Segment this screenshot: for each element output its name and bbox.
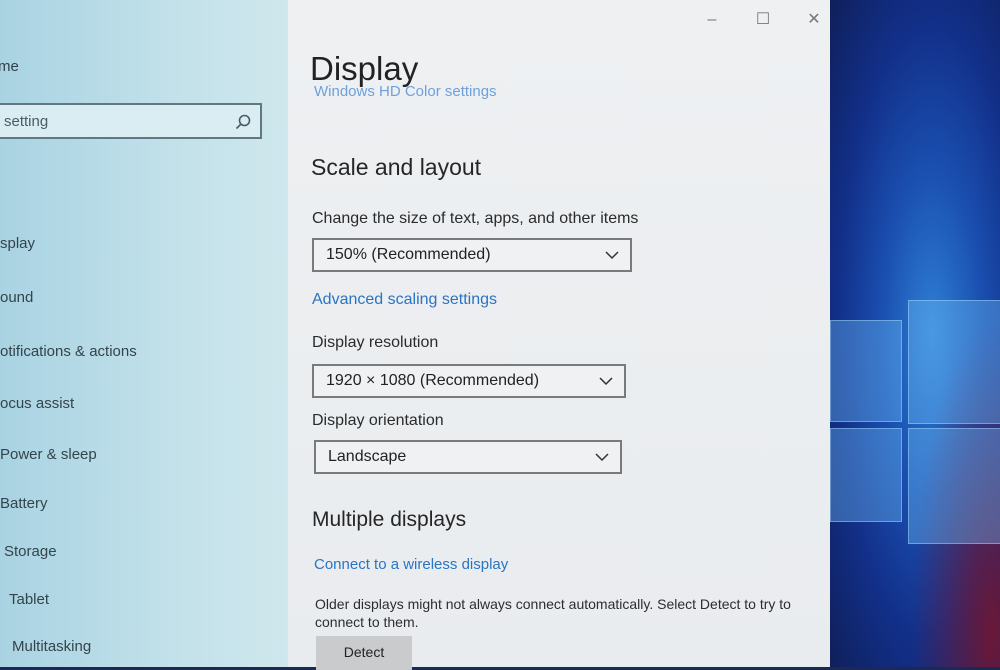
sidebar-item-display[interactable]: splay bbox=[0, 235, 35, 252]
settings-nav-pane: me setting splay ound otifications & act… bbox=[0, 0, 288, 667]
windows-logo-pane-top-right bbox=[908, 300, 1000, 424]
sidebar-item-battery[interactable]: Battery bbox=[0, 495, 48, 512]
scale-dropdown[interactable]: 150% (Recommended) bbox=[312, 238, 632, 272]
settings-search-input[interactable]: setting bbox=[0, 103, 262, 139]
sidebar-item-tablet[interactable]: Tablet bbox=[9, 591, 49, 608]
scale-dropdown-value: 150% (Recommended) bbox=[326, 246, 491, 263]
close-button[interactable]: ✕ bbox=[802, 8, 826, 32]
resolution-dropdown-value: 1920 × 1080 (Recommended) bbox=[326, 372, 540, 389]
sidebar-item-multitasking[interactable]: Multitasking bbox=[12, 638, 91, 655]
display-settings-pane: – ☐ ✕ Display Windows HD Color settings … bbox=[288, 0, 830, 670]
sidebar-item-focus-assist[interactable]: ocus assist bbox=[0, 395, 74, 412]
chevron-down-icon bbox=[599, 377, 613, 386]
minimize-button[interactable]: – bbox=[700, 8, 724, 32]
hd-color-settings-link[interactable]: Windows HD Color settings bbox=[314, 85, 497, 99]
sidebar-item-sound[interactable]: ound bbox=[0, 289, 33, 306]
chevron-down-icon bbox=[605, 251, 619, 260]
windows-logo-pane-bottom-right bbox=[908, 428, 1000, 544]
sidebar-item-notifications[interactable]: otifications & actions bbox=[0, 343, 137, 360]
sidebar-item-storage[interactable]: Storage bbox=[4, 543, 57, 560]
desktop-wallpaper bbox=[830, 0, 1000, 667]
orientation-label: Display orientation bbox=[312, 412, 444, 429]
orientation-dropdown[interactable]: Landscape bbox=[314, 440, 622, 474]
detect-description: Older displays might not always connect … bbox=[315, 596, 791, 630]
size-label: Change the size of text, apps, and other… bbox=[312, 210, 639, 227]
resolution-label: Display resolution bbox=[312, 334, 439, 351]
detect-button[interactable]: Detect bbox=[316, 636, 412, 670]
chevron-down-icon bbox=[595, 453, 609, 462]
sidebar-item-power-sleep[interactable]: Power & sleep bbox=[0, 446, 97, 463]
windows-logo-pane-bottom-left bbox=[830, 428, 902, 522]
resolution-dropdown[interactable]: 1920 × 1080 (Recommended) bbox=[312, 364, 626, 398]
search-placeholder: setting bbox=[4, 113, 49, 130]
advanced-scaling-link[interactable]: Advanced scaling settings bbox=[312, 291, 497, 309]
wireless-display-link[interactable]: Connect to a wireless display bbox=[314, 556, 508, 573]
maximize-button[interactable]: ☐ bbox=[751, 8, 775, 32]
multiple-displays-heading: Multiple displays bbox=[312, 508, 467, 531]
scale-layout-heading: Scale and layout bbox=[311, 154, 482, 180]
page-title: Display bbox=[310, 50, 419, 87]
orientation-dropdown-value: Landscape bbox=[328, 448, 407, 465]
nav-home-link[interactable]: me bbox=[0, 58, 19, 75]
search-icon[interactable] bbox=[234, 113, 252, 131]
windows-logo-pane-top-left bbox=[830, 320, 902, 422]
